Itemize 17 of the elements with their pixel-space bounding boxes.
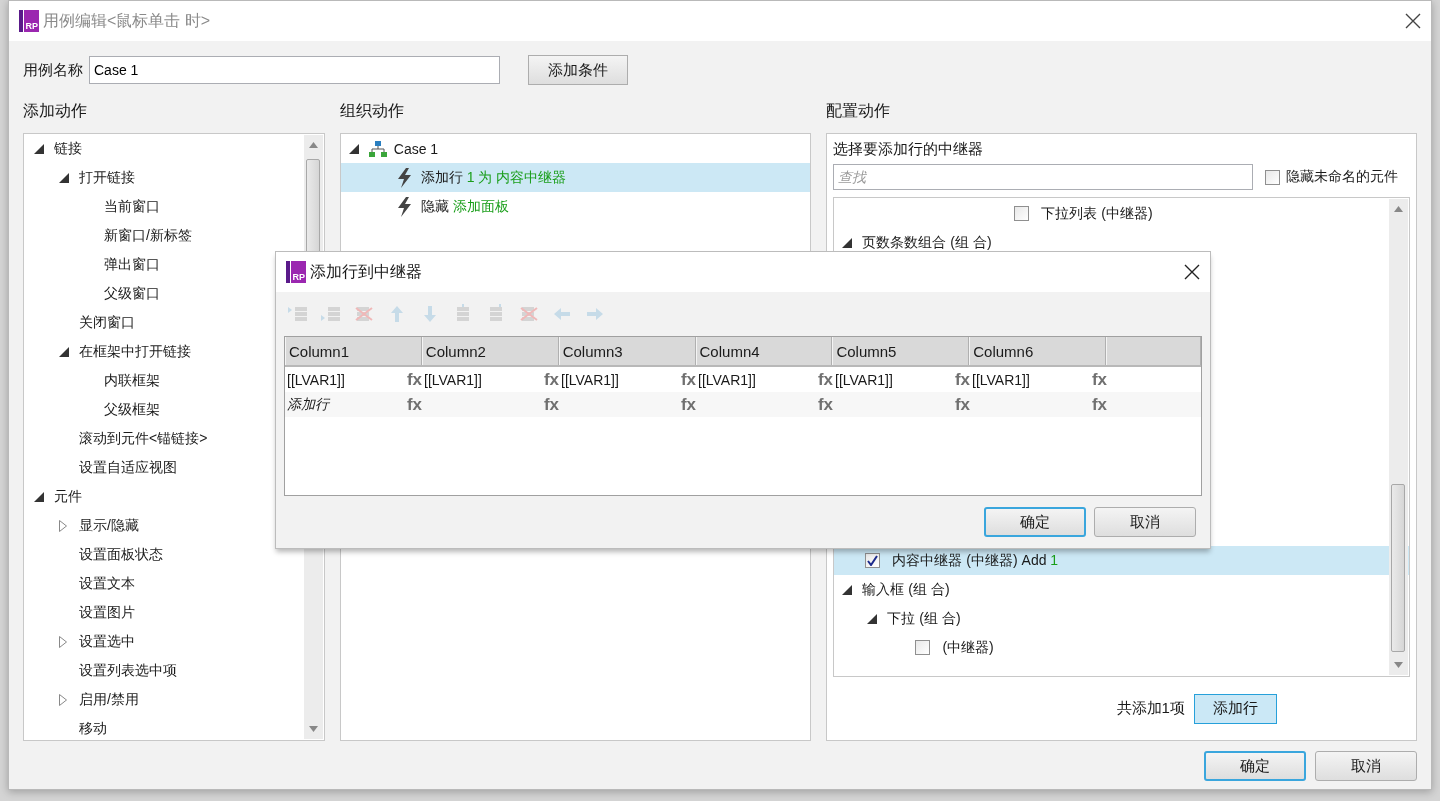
- summary-text: 共添加1项: [1116, 699, 1185, 718]
- case-name-label: 用例名称: [23, 60, 83, 80]
- column-header: Column2: [421, 337, 559, 365]
- app-logo: RP: [286, 261, 306, 283]
- checkbox-label: 隐藏未命名的元件: [1286, 168, 1399, 186]
- dialog-title: 添加行到中继器: [310, 261, 422, 282]
- panel-title: 选择要添加行的中继器: [833, 139, 984, 159]
- column-header: Column5: [832, 337, 970, 365]
- column-header: Column3: [558, 337, 696, 365]
- window-title: 用例编辑<鼠标单击 时>: [43, 10, 211, 31]
- section-heading: 配置动作: [826, 101, 892, 121]
- section-heading: 组织动作: [339, 101, 405, 121]
- column-header: Column1: [285, 337, 422, 365]
- column-header: Column4: [695, 337, 833, 365]
- column-header: Column6: [969, 337, 1107, 365]
- section-heading: 添加动作: [23, 101, 88, 121]
- app-logo: RP: [19, 10, 39, 32]
